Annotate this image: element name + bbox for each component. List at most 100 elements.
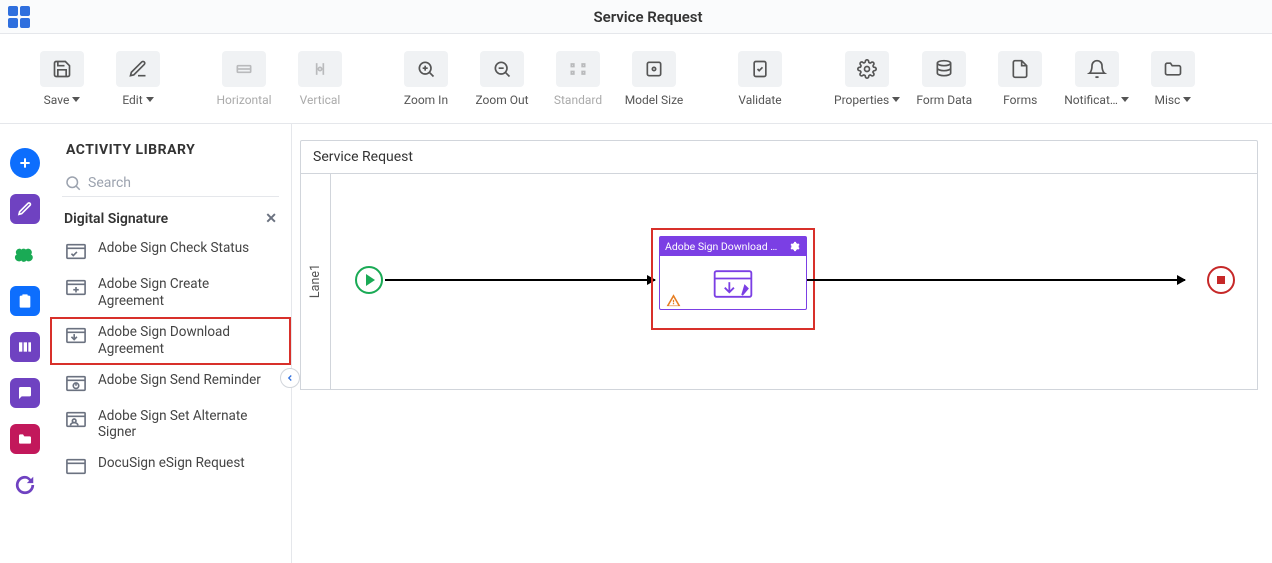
edge-start-to-task	[385, 279, 655, 281]
item-label: Adobe Sign Set Alternate Signer	[98, 408, 277, 442]
search-icon	[64, 174, 82, 192]
library-search[interactable]	[62, 170, 279, 197]
top-header: Service Request	[0, 0, 1272, 34]
gear-icon[interactable]	[790, 241, 801, 252]
library-section-header: Digital Signature ✕	[50, 207, 291, 233]
canvas-title: Service Request	[300, 140, 1258, 174]
clipboard-icon[interactable]	[10, 286, 40, 316]
form-data-button[interactable]: Form Data	[912, 51, 976, 107]
download-activity-icon	[711, 265, 755, 303]
task-node-label: Adobe Sign Download …	[665, 240, 777, 253]
toolbar: Save Edit Horizontal Vertical Zoom In Zo…	[0, 34, 1272, 124]
chat-icon[interactable]	[10, 378, 40, 408]
folder-icon	[1151, 51, 1195, 87]
library-item-send-reminder[interactable]: Adobe Sign Send Reminder	[50, 365, 291, 401]
columns-icon[interactable]	[10, 332, 40, 362]
activity-icon	[64, 455, 88, 477]
bell-icon	[1075, 51, 1119, 87]
vertical-button[interactable]: Vertical	[288, 51, 352, 107]
chevron-down-icon	[1183, 97, 1191, 102]
end-node[interactable]	[1207, 266, 1235, 294]
standard-button[interactable]: Standard	[546, 51, 610, 107]
zoom-in-icon	[404, 51, 448, 87]
standard-label: Standard	[554, 93, 602, 107]
item-label: Adobe Sign Send Reminder	[98, 372, 261, 389]
process-canvas: Service Request Lane1 Adobe Sign Downloa…	[300, 140, 1258, 563]
rail-edit-icon[interactable]	[10, 194, 40, 224]
chevron-down-icon	[146, 97, 154, 102]
library-item-docusign-request[interactable]: DocuSign eSign Request	[50, 448, 291, 484]
item-label: Adobe Sign Check Status	[98, 240, 249, 257]
chevron-down-icon	[1121, 97, 1129, 102]
forms-icon	[998, 51, 1042, 87]
notifications-label: Notificat…	[1064, 93, 1118, 107]
library-item-download-agreement[interactable]: Adobe Sign Download Agreement	[50, 317, 291, 365]
save-label: Save	[44, 93, 70, 107]
apps-grid-icon[interactable]	[8, 5, 32, 29]
section-label: Digital Signature	[64, 211, 168, 227]
edit-button[interactable]: Edit	[106, 51, 170, 107]
horizontal-icon	[222, 51, 266, 87]
activity-icon	[64, 240, 88, 262]
zoom-out-label: Zoom Out	[475, 93, 528, 107]
validate-icon	[738, 51, 782, 87]
brain-icon[interactable]	[10, 240, 40, 270]
model-size-button[interactable]: Model Size	[622, 51, 686, 107]
zoom-in-label: Zoom In	[404, 93, 448, 107]
vertical-label: Vertical	[300, 93, 341, 107]
edit-label: Edit	[122, 93, 142, 107]
save-icon	[40, 51, 84, 87]
activity-icon	[64, 324, 88, 346]
left-rail	[0, 124, 50, 563]
add-button[interactable]	[10, 148, 40, 178]
lane-label: Lane1	[308, 264, 323, 298]
properties-label: Properties	[834, 93, 889, 107]
chevron-down-icon	[72, 97, 80, 102]
close-icon[interactable]: ✕	[265, 211, 277, 227]
edit-icon	[116, 51, 160, 87]
swirl-icon[interactable]	[10, 470, 40, 500]
zoom-in-button[interactable]: Zoom In	[394, 51, 458, 107]
notifications-button[interactable]: Notificat…	[1064, 51, 1129, 107]
forms-button[interactable]: Forms	[988, 51, 1052, 107]
search-input[interactable]	[88, 175, 277, 191]
save-button[interactable]: Save	[30, 51, 94, 107]
activity-icon	[64, 276, 88, 298]
library-item-check-status[interactable]: Adobe Sign Check Status	[50, 233, 291, 269]
task-node-body	[660, 256, 806, 312]
item-label: Adobe Sign Create Agreement	[98, 276, 277, 310]
database-icon	[922, 51, 966, 87]
misc-label: Misc	[1154, 93, 1180, 107]
page-title: Service Request	[32, 8, 1264, 26]
model-size-label: Model Size	[625, 93, 684, 107]
task-node-header: Adobe Sign Download …	[660, 237, 806, 256]
warning-icon	[666, 293, 681, 308]
folder-rail-icon[interactable]	[10, 424, 40, 454]
validate-button[interactable]: Validate	[728, 51, 792, 107]
horizontal-button[interactable]: Horizontal	[212, 51, 276, 107]
panel-collapse-button[interactable]	[280, 368, 300, 388]
horizontal-label: Horizontal	[216, 93, 271, 107]
zoom-out-icon	[480, 51, 524, 87]
model-size-icon	[632, 51, 676, 87]
properties-button[interactable]: Properties	[834, 51, 900, 107]
activity-icon	[64, 372, 88, 394]
vertical-icon	[298, 51, 342, 87]
library-item-create-agreement[interactable]: Adobe Sign Create Agreement	[50, 269, 291, 317]
activity-icon	[64, 408, 88, 430]
canvas-body[interactable]: Lane1 Adobe Sign Download …	[300, 174, 1258, 390]
form-data-label: Form Data	[916, 93, 972, 107]
task-node-adobe-download[interactable]: Adobe Sign Download …	[659, 236, 807, 310]
activity-library-panel: ACTIVITY LIBRARY Digital Signature ✕ Ado…	[50, 124, 292, 563]
misc-button[interactable]: Misc	[1141, 51, 1205, 107]
chevron-down-icon	[892, 97, 900, 102]
zoom-out-button[interactable]: Zoom Out	[470, 51, 534, 107]
gear-icon	[845, 51, 889, 87]
library-item-alternate-signer[interactable]: Adobe Sign Set Alternate Signer	[50, 401, 291, 449]
standard-icon	[556, 51, 600, 87]
library-list: Adobe Sign Check Status Adobe Sign Creat…	[50, 233, 291, 484]
lane-label-column: Lane1	[301, 174, 331, 389]
forms-label: Forms	[1003, 93, 1037, 107]
item-label: DocuSign eSign Request	[98, 455, 245, 472]
start-node[interactable]	[355, 266, 383, 294]
